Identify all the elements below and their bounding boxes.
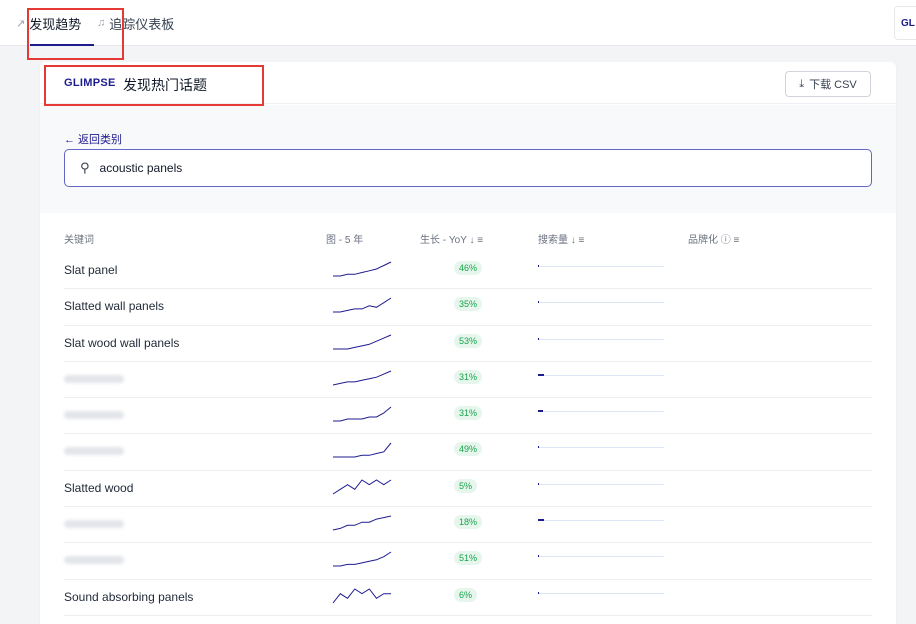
topics-table: 关键词 图 - 5 年 生长 - YoY ↓ ≡ 搜索量 ↓ ≡ 品牌化 ⓘ ≡… [64,213,872,616]
header-brand[interactable]: 品牌化 ⓘ ≡ [688,231,739,246]
discover-card: GLIMPSE 发现热门话题 ⤓ 下载 CSV ← 返回类别 ⚲ 关键词 图 -… [40,62,896,624]
bell-icon: ♫ [97,17,106,29]
search-volume-fill [538,446,540,449]
search-volume-bar [538,519,664,522]
trend-line [333,443,392,458]
growth-badge: 31% [454,369,483,384]
trend-line [332,588,391,603]
trend-line [333,551,392,567]
keyword-cell: Sound absorbing panels [64,589,194,604]
growth-badge: 35% [454,297,483,312]
trend-sparkline [332,588,391,603]
active-tab-indicator [30,44,94,46]
trend-line [333,297,392,313]
growth-badge: 6% [454,587,478,602]
table-row[interactable]: 31% [64,398,872,435]
search-icon: ⚲ [80,160,90,175]
search-volume-fill [538,410,544,413]
search-volume-bar [538,337,664,340]
keyword-cell: Slat wood wall panels [64,335,180,350]
search-volume-fill [538,482,540,485]
search-box[interactable]: ⚲ [64,149,872,187]
keyword-cell: Slatted wood [64,480,134,495]
trend-sparkline [333,297,392,313]
search-volume-fill [538,373,545,376]
search-volume-bar [538,265,664,267]
growth-badge: 51% [454,551,483,566]
download-icon: ⤓ [799,77,805,90]
search-volume-bar [538,555,664,558]
search-volume-fill [538,265,540,267]
search-volume-bar [538,373,664,376]
trend-line [332,370,392,386]
trend-sparkline [333,334,392,350]
search-volume-bar [538,301,664,304]
search-volume-bar [538,446,664,449]
keyword-cell: Slat panel [64,263,118,277]
table-row[interactable]: Slatted wall panels 35% [64,289,872,326]
top-navigation: ↗ 发现趋势 ♫ 追踪仪表板 GL [0,0,916,46]
table-row[interactable]: Sound absorbing panels 6% [64,580,872,616]
trend-line [333,334,392,350]
search-volume-fill [538,591,540,594]
card-title: 发现热门话题 [123,77,207,93]
table-row[interactable]: Slat panel 46% [64,253,872,290]
keyword-cell [64,411,124,420]
glimpse-logo: GLIMPSE [64,77,116,89]
card-header: GLIMPSE 发现热门话题 ⤓ 下载 CSV [40,62,896,104]
trend-sparkline [332,370,392,386]
header-growth[interactable]: 生长 - YoY ↓ ≡ [420,231,483,246]
trend-line [332,515,392,531]
search-volume-fill [538,519,545,522]
tab-tracking-dashboard[interactable]: ♫ 追踪仪表板 [97,0,174,46]
tab-discover-trends[interactable]: ↗ 发现趋势 [16,0,94,46]
table-header: 关键词 图 - 5 年 生长 - YoY ↓ ≡ 搜索量 ↓ ≡ 品牌化 ⓘ ≡ [64,213,872,253]
table-row[interactable]: 18% [64,507,872,544]
download-label: 下载 CSV [809,79,857,91]
trend-sparkline [333,551,392,567]
download-csv-button[interactable]: ⤓ 下载 CSV [785,71,871,97]
trend-line [332,479,392,495]
header-keyword: 关键词 [64,235,94,246]
search-volume-fill [538,337,539,340]
table-row[interactable]: Slat wood wall panels 53% [64,326,872,362]
growth-badge: 5% [454,478,478,493]
trend-sparkline [332,515,392,531]
app-switcher-badge[interactable]: GL [894,6,916,40]
keyword-cell [64,374,124,383]
keyword-cell [64,447,124,456]
keyword-cell: Slatted wall panels [64,299,165,314]
trend-sparkline [332,479,392,495]
trending-up-icon: ↗ [16,17,26,30]
tab-label: 追踪仪表板 [109,16,175,32]
search-volume-fill [538,555,540,558]
table-row[interactable]: Slatted wood 5% [64,471,872,508]
back-to-categories-link[interactable]: ← 返回类别 [64,131,122,147]
trend-line [333,406,392,422]
growth-badge: 31% [454,406,483,421]
search-volume-bar [538,410,664,413]
search-volume-bar [538,482,664,485]
table-row[interactable]: 49% [64,434,872,471]
trend-sparkline [333,443,392,458]
trend-sparkline [333,406,392,422]
keyword-cell [64,556,124,565]
tab-label: 发现趋势 [29,16,82,32]
keyword-cell [64,520,124,529]
table-row[interactable]: 31% [64,362,872,399]
table-body: Slat panel 46% Slatted wall panels 35% Slat … [64,253,872,616]
header-chart: 图 - 5 年 [326,235,364,246]
search-volume-bar [538,591,664,594]
growth-badge: 49% [454,442,483,457]
header-volume[interactable]: 搜索量 ↓ ≡ [538,231,584,246]
growth-badge: 18% [454,515,483,530]
search-area: ← 返回类别 ⚲ [40,105,896,213]
trend-line [333,261,392,277]
search-input[interactable] [99,161,800,175]
growth-badge: 53% [454,333,483,348]
growth-badge: 46% [454,261,483,275]
trend-sparkline [333,261,392,277]
search-volume-fill [538,301,539,304]
table-row[interactable]: 51% [64,543,872,580]
